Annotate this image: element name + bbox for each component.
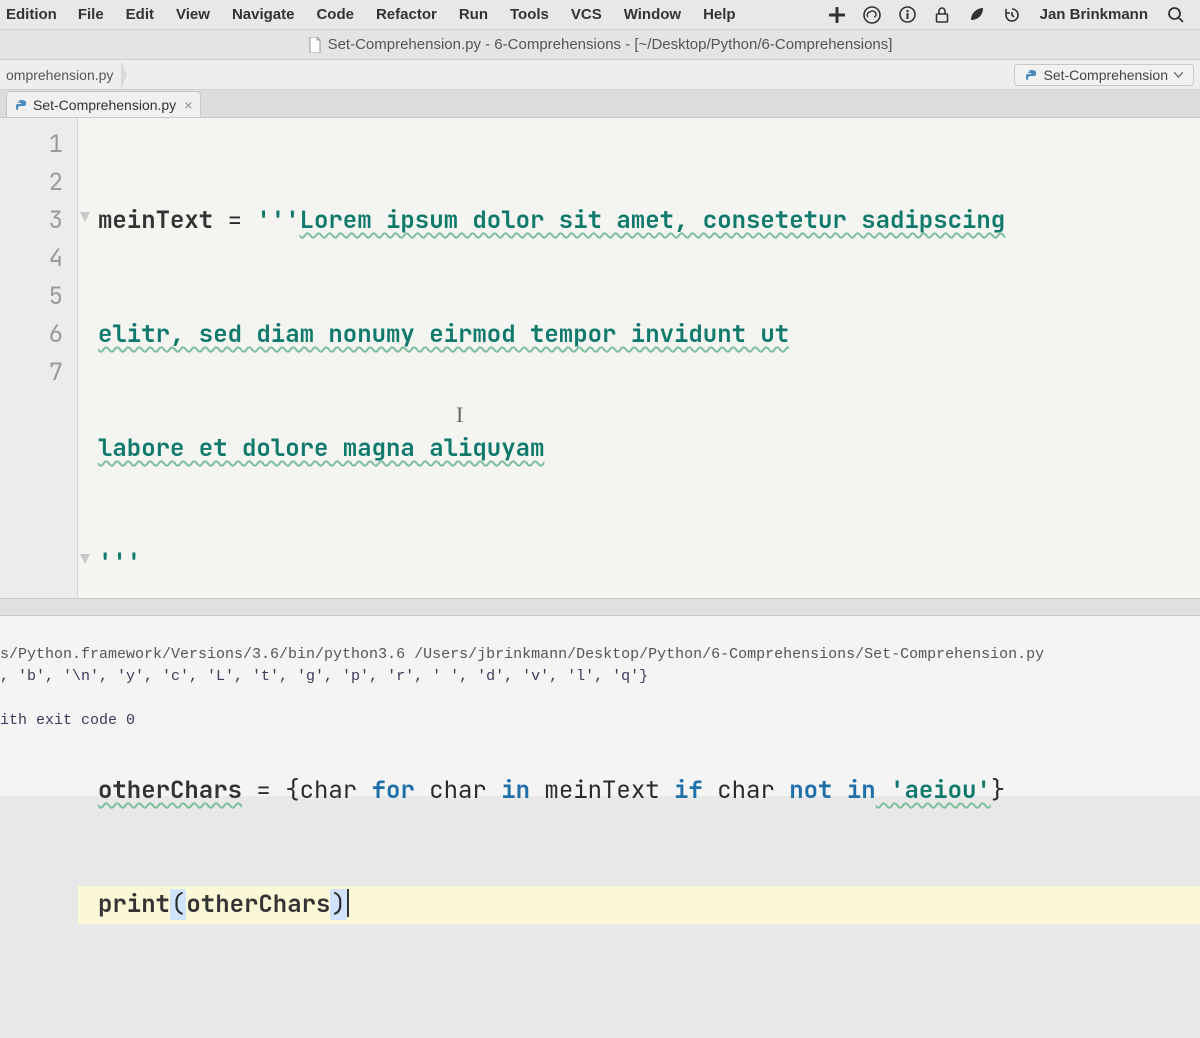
caret <box>347 889 349 917</box>
code-line-current: print(otherChars) <box>78 886 1200 924</box>
nav-row: omprehension.py Set-Comprehension <box>0 60 1200 90</box>
code-line <box>98 658 1200 696</box>
line-number: 1 <box>0 126 63 164</box>
creative-cloud-icon[interactable] <box>854 6 890 24</box>
run-config-label: Set-Comprehension <box>1043 67 1168 83</box>
user-name[interactable]: Jan Brinkmann <box>1030 6 1158 23</box>
close-icon[interactable]: × <box>182 97 192 113</box>
gutter: 1 2 3 4 5 6 7 <box>0 118 78 598</box>
menu-vcs[interactable]: VCS <box>560 6 613 23</box>
search-icon[interactable] <box>1158 6 1194 24</box>
menu-run[interactable]: Run <box>448 6 499 23</box>
line-number: 6 <box>0 316 63 354</box>
run-config-selector[interactable]: Set-Comprehension <box>1014 64 1194 86</box>
breadcrumb: omprehension.py <box>0 65 121 85</box>
fold-icon[interactable] <box>80 554 90 564</box>
line-number: 5 <box>0 278 63 316</box>
menu-navigate[interactable]: Navigate <box>221 6 306 23</box>
chevron-down-icon <box>1174 72 1183 78</box>
code-line: labore et dolore magna aliquyam <box>98 430 1200 468</box>
menu-code[interactable]: Code <box>305 6 365 23</box>
python-icon <box>15 99 27 111</box>
menu-tools[interactable]: Tools <box>499 6 560 23</box>
menubar: Edition File Edit View Navigate Code Ref… <box>0 0 1200 30</box>
code-line: otherChars = {char for char in meinText … <box>98 772 1200 810</box>
line-number: 4 <box>0 240 63 278</box>
text-cursor-icon: I <box>456 396 463 434</box>
leaf-icon[interactable] <box>959 6 994 23</box>
code-area[interactable]: meinText = '''Lorem ipsum dolor sit amet… <box>78 118 1200 598</box>
code-line: meinText = '''Lorem ipsum dolor sit amet… <box>98 202 1200 240</box>
editor-tabs: Set-Comprehension.py × <box>0 90 1200 118</box>
file-icon <box>308 37 322 53</box>
menu-help[interactable]: Help <box>692 6 747 23</box>
code-line: elitr, sed diam nonumy eirmod tempor inv… <box>98 316 1200 354</box>
menu-file[interactable]: File <box>67 6 115 23</box>
menu-edit[interactable]: Edit <box>115 6 165 23</box>
menu-refactor[interactable]: Refactor <box>365 6 448 23</box>
line-number: 7 <box>0 354 63 392</box>
lock-icon[interactable] <box>925 6 959 24</box>
breadcrumb-item[interactable]: omprehension.py <box>0 65 121 85</box>
tab-set-comprehension[interactable]: Set-Comprehension.py × <box>6 91 201 117</box>
python-icon <box>1025 69 1037 81</box>
plus-icon[interactable] <box>820 7 854 23</box>
window-titlebar: Set-Comprehension.py - 6-Comprehensions … <box>0 30 1200 60</box>
fold-icon[interactable] <box>80 212 90 222</box>
code-editor[interactable]: 1 2 3 4 5 6 7 meinText = '''Lorem ipsum … <box>0 118 1200 598</box>
line-number: 3 <box>0 202 63 240</box>
timemachine-icon[interactable] <box>994 6 1030 24</box>
info-icon[interactable] <box>890 6 925 23</box>
menu-view[interactable]: View <box>165 6 221 23</box>
menu-window[interactable]: Window <box>613 6 692 23</box>
window-title: Set-Comprehension.py - 6-Comprehensions … <box>328 36 893 53</box>
tab-label: Set-Comprehension.py <box>33 97 176 113</box>
menu-edition[interactable]: Edition <box>6 6 67 23</box>
line-number: 2 <box>0 164 63 202</box>
code-line: ''' <box>98 544 1200 582</box>
